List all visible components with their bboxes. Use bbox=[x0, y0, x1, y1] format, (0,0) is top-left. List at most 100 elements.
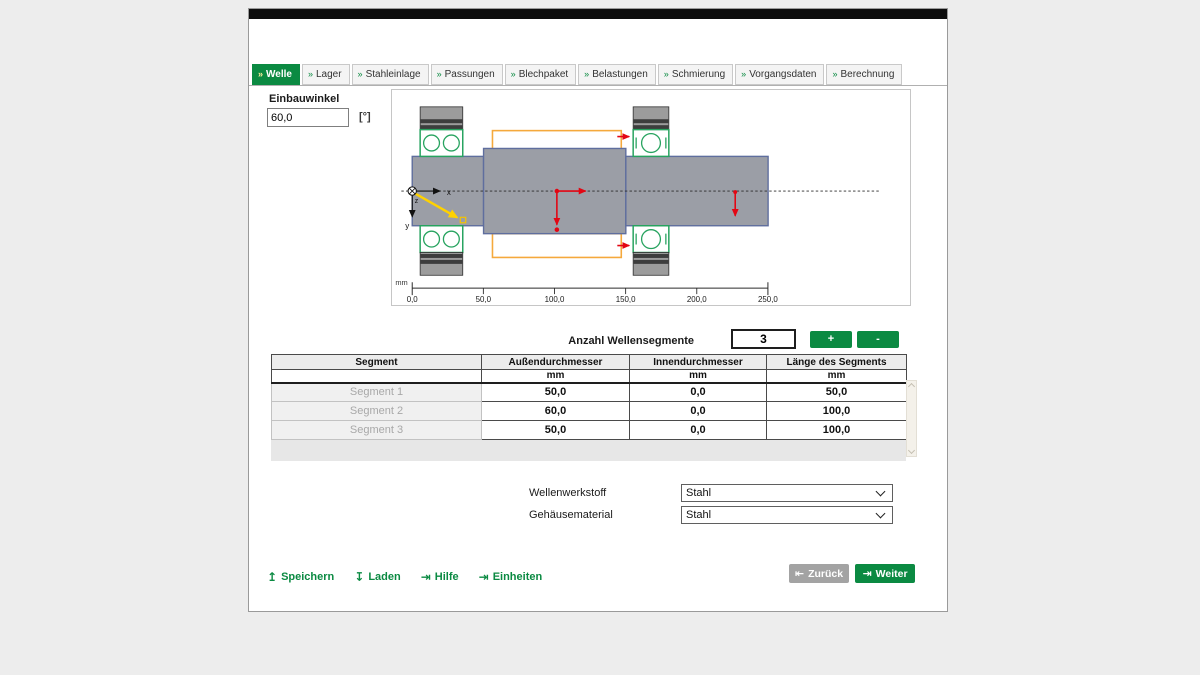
axis-z-label: z bbox=[415, 198, 419, 205]
tab-bullet-icon: » bbox=[584, 70, 589, 79]
length-cell[interactable]: 100,0 bbox=[767, 421, 907, 440]
tab-label: Welle bbox=[266, 69, 292, 80]
load-icon: ↧ bbox=[354, 571, 364, 583]
help-label: Hilfe bbox=[435, 571, 459, 583]
segments-table: Segment Außendurchmesser Innendurchmesse… bbox=[271, 354, 907, 440]
tab-schmierung[interactable]: »Schmierung bbox=[658, 64, 733, 85]
next-button[interactable]: ⇥ Weiter bbox=[855, 564, 915, 583]
ruler-tick-label: 250,0 bbox=[758, 295, 778, 304]
tab-belastungen[interactable]: »Belastungen bbox=[578, 64, 656, 85]
footer-links: ↥Speichern ↧ Laden ⇥ Hilfe ⇥ Einheiten bbox=[267, 571, 542, 583]
tab-stahleinlage[interactable]: »Stahleinlage bbox=[352, 64, 429, 85]
help-icon: ⇥ bbox=[421, 571, 431, 583]
tab-blechpaket[interactable]: »Blechpaket bbox=[505, 64, 577, 85]
back-button[interactable]: ⇤ Zurück bbox=[789, 564, 849, 583]
remove-segment-button[interactable]: - bbox=[857, 331, 899, 348]
table-row: Segment 3 50,0 0,0 100,0 bbox=[272, 421, 907, 440]
table-row: Segment 1 50,0 0,0 50,0 bbox=[272, 383, 907, 402]
chevron-down-icon bbox=[876, 486, 886, 496]
units-icon: ⇥ bbox=[479, 571, 489, 583]
tab-bullet-icon: » bbox=[308, 70, 313, 79]
chevron-down-icon bbox=[876, 508, 886, 518]
save-button[interactable]: ↥Speichern bbox=[267, 571, 334, 583]
inner-diameter-cell[interactable]: 0,0 bbox=[630, 402, 767, 421]
outer-diameter-cell[interactable]: 50,0 bbox=[482, 383, 630, 402]
tab-label: Schmierung bbox=[672, 69, 725, 80]
unit-cell bbox=[272, 370, 482, 383]
housing-material-value: Stahl bbox=[686, 509, 711, 521]
axis-y-label: y bbox=[405, 222, 409, 231]
einbauwinkel-label: Einbauwinkel bbox=[269, 93, 339, 105]
tab-bullet-icon: » bbox=[511, 70, 516, 79]
back-label: Zurück bbox=[808, 568, 843, 580]
add-segment-button[interactable]: + bbox=[810, 331, 852, 348]
ruler-unit-label: mm bbox=[395, 278, 407, 287]
table-header-row: Segment Außendurchmesser Innendurchmesse… bbox=[272, 355, 907, 370]
table-row: Segment 2 60,0 0,0 100,0 bbox=[272, 402, 907, 421]
tab-berechnung[interactable]: »Berechnung bbox=[826, 64, 902, 85]
tab-welle[interactable]: »Welle bbox=[252, 64, 300, 85]
tab-lager[interactable]: »Lager bbox=[302, 64, 350, 85]
column-header-outer-diameter: Außendurchmesser bbox=[482, 355, 630, 370]
ruler-tick-label: 100,0 bbox=[545, 295, 565, 304]
ruler: mm 0,0 50,0 100,0 150,0 200,0 250,0 bbox=[395, 278, 778, 304]
scroll-up-icon[interactable] bbox=[908, 383, 915, 390]
back-icon: ⇤ bbox=[795, 568, 804, 579]
tab-vorgangsdaten[interactable]: »Vorgangsdaten bbox=[735, 64, 824, 85]
column-header-length: Länge des Segments bbox=[767, 355, 907, 370]
tab-bullet-icon: » bbox=[437, 70, 442, 79]
shaft-drawing-panel: x z y mm 0,0 50,0 100,0 150,0 200,0 250,… bbox=[391, 89, 911, 306]
length-cell[interactable]: 100,0 bbox=[767, 402, 907, 421]
tab-bullet-icon: » bbox=[741, 70, 746, 79]
tab-bullet-icon: » bbox=[258, 70, 263, 79]
bearing-left-top bbox=[420, 107, 463, 157]
tab-separator bbox=[249, 85, 947, 86]
bearing-left-bottom bbox=[420, 226, 463, 276]
load-label: Laden bbox=[368, 571, 400, 583]
segment-name-cell: Segment 3 bbox=[272, 421, 482, 440]
ruler-tick-label: 50,0 bbox=[476, 295, 492, 304]
shaft-diagram: x z y mm 0,0 50,0 100,0 150,0 200,0 250,… bbox=[392, 90, 910, 305]
column-header-inner-diameter: Innendurchmesser bbox=[630, 355, 767, 370]
tab-bullet-icon: » bbox=[664, 70, 669, 79]
tab-passungen[interactable]: »Passungen bbox=[431, 64, 503, 85]
einbauwinkel-input[interactable] bbox=[267, 108, 349, 127]
app-window: »Welle »Lager »Stahleinlage »Passungen »… bbox=[248, 8, 948, 612]
table-scrollbar[interactable] bbox=[906, 380, 917, 457]
units-button[interactable]: ⇥ Einheiten bbox=[479, 571, 543, 583]
units-label: Einheiten bbox=[493, 571, 543, 583]
tab-label: Belastungen bbox=[592, 69, 648, 80]
inner-diameter-cell[interactable]: 0,0 bbox=[630, 383, 767, 402]
bearing-right-bottom bbox=[633, 226, 669, 276]
table-units-row: mm mm mm bbox=[272, 370, 907, 383]
tab-bar: »Welle »Lager »Stahleinlage »Passungen »… bbox=[252, 64, 902, 85]
column-header-segment: Segment bbox=[272, 355, 482, 370]
unit-cell: mm bbox=[630, 370, 767, 383]
tab-label: Berechnung bbox=[840, 69, 894, 80]
housing-material-select[interactable]: Stahl bbox=[681, 506, 893, 524]
segment-count-input[interactable] bbox=[731, 329, 796, 349]
segment-name-cell: Segment 2 bbox=[272, 402, 482, 421]
bearing-right-top bbox=[633, 107, 669, 157]
outer-diameter-cell[interactable]: 50,0 bbox=[482, 421, 630, 440]
unit-cell: mm bbox=[767, 370, 907, 383]
shaft-material-label: Wellenwerkstoff bbox=[529, 487, 606, 499]
tab-label: Lager bbox=[316, 69, 342, 80]
tab-bullet-icon: » bbox=[832, 70, 837, 79]
tab-bullet-icon: » bbox=[358, 70, 363, 79]
load-button[interactable]: ↧ Laden bbox=[354, 571, 400, 583]
shaft-material-select[interactable]: Stahl bbox=[681, 484, 893, 502]
unit-cell: mm bbox=[482, 370, 630, 383]
next-icon: ⇥ bbox=[862, 568, 871, 579]
next-label: Weiter bbox=[876, 568, 908, 580]
outer-diameter-cell[interactable]: 60,0 bbox=[482, 402, 630, 421]
scroll-down-icon[interactable] bbox=[908, 447, 915, 454]
help-button[interactable]: ⇥ Hilfe bbox=[421, 571, 459, 583]
save-label: Speichern bbox=[281, 571, 334, 583]
tab-label: Passungen bbox=[445, 69, 495, 80]
segment-count-label: Anzahl Wellensegmente bbox=[494, 335, 694, 347]
tab-label: Vorgangsdaten bbox=[749, 69, 816, 80]
ruler-tick-label: 0,0 bbox=[407, 295, 419, 304]
length-cell[interactable]: 50,0 bbox=[767, 383, 907, 402]
inner-diameter-cell[interactable]: 0,0 bbox=[630, 421, 767, 440]
